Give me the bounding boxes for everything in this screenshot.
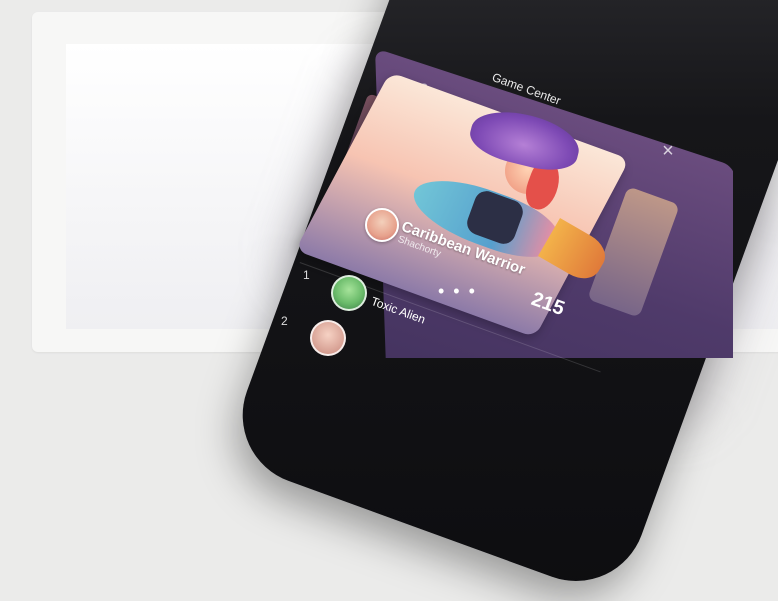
close-icon[interactable]: × [659,141,677,161]
player-avatar[interactable] [310,320,346,356]
author-avatar[interactable] [365,208,399,242]
leaderboard-rank: 1 [303,268,310,282]
more-dots-icon[interactable]: • • • [438,282,477,300]
player-avatar[interactable] [331,275,367,311]
leaderboard-rank: 2 [281,314,288,328]
